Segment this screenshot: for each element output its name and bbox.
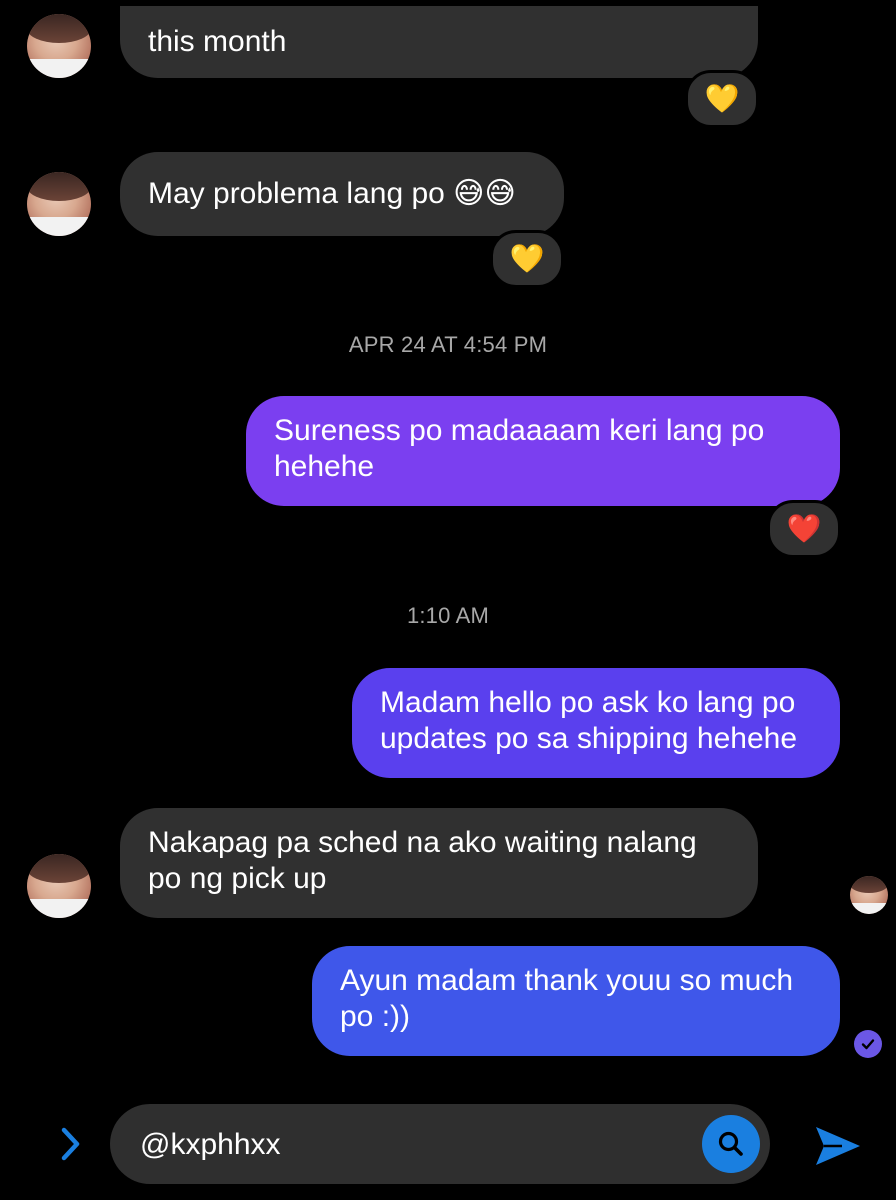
red-heart-icon: ❤️ [786, 513, 822, 544]
chat-screen: this month 💛 May problema lang po 😅😅 💛 A… [0, 0, 896, 1200]
avatar-hair-shape [27, 172, 91, 201]
yellow-heart-icon: 💛 [704, 83, 740, 114]
message-text: Sureness po madaaaam keri lang po hehehe [274, 414, 765, 483]
message-text: this month [148, 25, 287, 58]
check-mark-glyph [861, 1039, 875, 1050]
message-text: Ayun madam thank youu so much po :)) [340, 964, 794, 1033]
message-bubble-incoming[interactable]: this month [120, 6, 758, 78]
message-text: Nakapag pa sched na ako waiting nalang p… [148, 826, 697, 895]
avatar-shirt-shape [27, 216, 91, 236]
chevron-glyph [61, 1127, 80, 1161]
send-icon[interactable] [808, 1118, 868, 1174]
chevron-right-icon[interactable] [54, 1124, 88, 1164]
search-icon[interactable] [702, 1115, 760, 1173]
message-reaction[interactable]: 💛 [685, 70, 759, 128]
avatar-hair-shape [27, 14, 91, 43]
avatar-shirt-shape [850, 902, 888, 914]
avatar-hair-shape [27, 854, 91, 883]
avatar-shirt-shape [27, 58, 91, 78]
message-text: Madam hello po ask ko lang po updates po… [380, 686, 798, 755]
message-reaction[interactable]: 💛 [490, 230, 564, 288]
avatar-shirt-shape [27, 898, 91, 918]
message-reaction[interactable]: ❤️ [767, 500, 841, 558]
yellow-heart-icon: 💛 [509, 243, 545, 274]
message-composer [110, 1104, 770, 1186]
message-bubble-incoming[interactable]: Nakapag pa sched na ako waiting nalang p… [120, 808, 758, 918]
message-bubble-outgoing[interactable]: Ayun madam thank youu so much po :)) [312, 946, 840, 1056]
paper-plane-glyph [816, 1127, 860, 1165]
message-input[interactable] [138, 1104, 702, 1186]
message-bubble-outgoing[interactable]: Sureness po madaaaam keri lang po hehehe [246, 396, 840, 506]
magnifier-glyph [718, 1131, 743, 1156]
seen-by-avatar [850, 876, 888, 914]
message-bubble-outgoing[interactable]: Madam hello po ask ko lang po updates po… [352, 668, 840, 778]
check-circle-icon [854, 1030, 882, 1058]
contact-avatar[interactable] [27, 14, 91, 78]
contact-avatar[interactable] [27, 854, 91, 918]
avatar-hair-shape [850, 876, 888, 894]
message-bubble-incoming[interactable]: May problema lang po 😅😅 [120, 152, 564, 236]
contact-avatar[interactable] [27, 172, 91, 236]
timestamp-divider: APR 24 AT 4:54 PM [348, 332, 548, 357]
message-text: May problema lang po 😅😅 [148, 177, 516, 210]
timestamp-divider: 1:10 AM [406, 603, 490, 628]
